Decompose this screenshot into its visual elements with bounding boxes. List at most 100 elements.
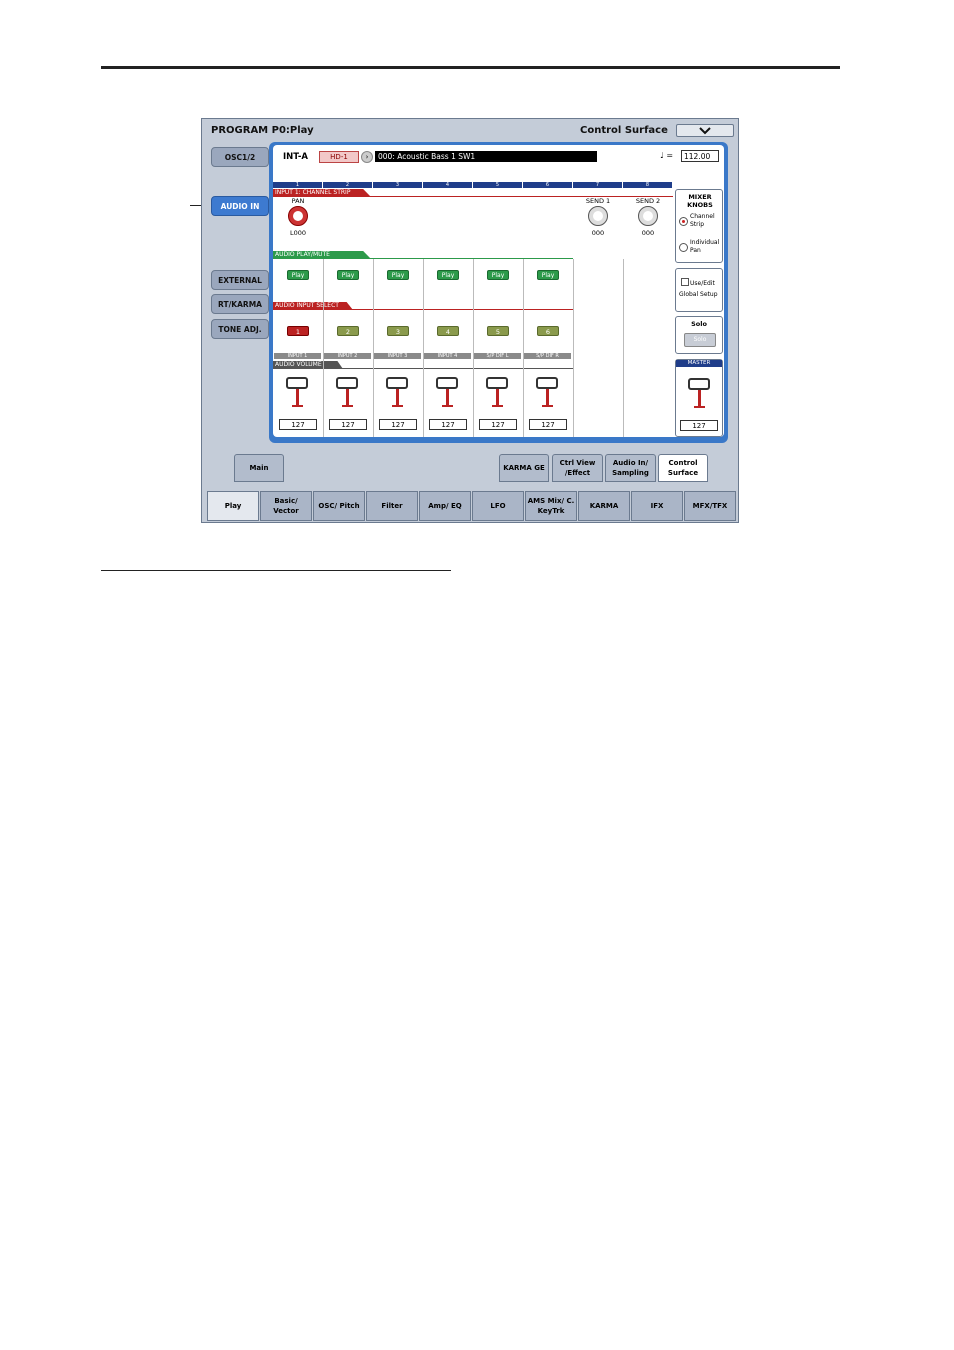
main-tab-mfx-tfx[interactable]: MFX/TFX — [684, 491, 736, 521]
solo-panel: Solo Solo — [675, 316, 723, 354]
pan-knob[interactable] — [288, 206, 308, 226]
volume-value-1[interactable]: 127 — [279, 419, 317, 430]
program-select-row: INT-A HD-1 › 000: Acoustic Bass 1 SW1 ♩ … — [273, 145, 724, 179]
input-select-button-2[interactable]: 2 — [337, 326, 359, 336]
send1-value: 000 — [591, 229, 605, 237]
hd-badge: HD-1 — [319, 151, 359, 163]
volume-fader-2[interactable] — [336, 377, 360, 413]
play-button-4[interactable]: Play — [437, 270, 459, 280]
main-tab-play[interactable]: Play — [207, 491, 259, 521]
program-play-screen: PROGRAM P0:Play Control Surface OSC1/2 A… — [201, 118, 739, 523]
side-tab-osc12[interactable]: OSC1/2 — [211, 147, 269, 167]
individual-pan-option-label: Individual Pan — [690, 239, 720, 254]
play-button-5[interactable]: Play — [487, 270, 509, 280]
volume-fader-3[interactable] — [386, 377, 410, 413]
volume-value-5[interactable]: 127 — [479, 419, 517, 430]
side-tab-external[interactable]: EXTERNAL — [211, 270, 269, 290]
channel-strip-line — [273, 196, 673, 197]
main-panel: INT-A HD-1 › 000: Acoustic Bass 1 SW1 ♩ … — [269, 142, 728, 443]
column-divider — [323, 259, 324, 437]
page-menu-button[interactable] — [676, 124, 734, 137]
channel-strip-option-label: Channel Strip — [690, 213, 715, 228]
input-select-button-6[interactable]: 6 — [537, 326, 559, 336]
master-label: MASTER — [676, 360, 722, 367]
sub-tab-audio-in-sampling[interactable]: Audio In/ Sampling — [605, 454, 656, 482]
main-tab-lfo[interactable]: LFO — [472, 491, 524, 521]
solo-title: Solo — [691, 320, 707, 328]
page-name: Control Surface — [580, 125, 668, 136]
volume-fader-6[interactable] — [536, 377, 560, 413]
volume-value-2[interactable]: 127 — [329, 419, 367, 430]
play-button-2[interactable]: Play — [337, 270, 359, 280]
input-label-4: INPUT 4 — [424, 353, 471, 359]
sub-tab-ctrl-view-effect[interactable]: Ctrl View /Effect — [552, 454, 603, 482]
individual-pan-radio[interactable] — [679, 243, 688, 252]
master-panel: MASTER 127 — [675, 359, 723, 437]
input-select-button-1[interactable]: 1 — [287, 326, 309, 336]
volume-fader-5[interactable] — [486, 377, 510, 413]
side-tab-tone-adj[interactable]: TONE ADJ. — [211, 319, 269, 339]
channel-header-3: 3 — [373, 182, 422, 188]
column-divider — [423, 259, 424, 437]
send2-value: 000 — [641, 229, 655, 237]
input-select-button-4[interactable]: 4 — [437, 326, 459, 336]
side-tab-audio-in[interactable]: AUDIO IN — [211, 196, 269, 216]
chevron-right-icon[interactable]: › — [361, 151, 373, 163]
bank-label[interactable]: INT-A — [283, 152, 308, 162]
screen-title: PROGRAM P0:Play — [211, 125, 314, 136]
play-button-6[interactable]: Play — [537, 270, 559, 280]
section-underline — [101, 570, 451, 571]
main-tab-ifx[interactable]: IFX — [631, 491, 683, 521]
program-name-field[interactable]: 000: Acoustic Bass 1 SW1 — [375, 151, 597, 162]
channel-header-2: 2 — [323, 182, 372, 188]
page-top-rule — [101, 66, 840, 69]
main-tab-ams-mix[interactable]: AMS Mix/ C. KeyTrk — [525, 491, 577, 521]
solo-button[interactable]: Solo — [684, 333, 716, 347]
input-label-5: S/P DIF L — [474, 353, 521, 359]
input-select-button-3[interactable]: 3 — [387, 326, 409, 336]
column-divider — [373, 259, 374, 437]
main-inner: INT-A HD-1 › 000: Acoustic Bass 1 SW1 ♩ … — [273, 145, 724, 437]
main-tab-filter[interactable]: Filter — [366, 491, 418, 521]
play-button-1[interactable]: Play — [287, 270, 309, 280]
input-label-2: INPUT 2 — [324, 353, 371, 359]
send2-knob[interactable] — [638, 206, 658, 226]
volume-value-3[interactable]: 127 — [379, 419, 417, 430]
sub-tab-control-surface[interactable]: Control Surface — [658, 454, 708, 482]
input-select-button-5[interactable]: 5 — [487, 326, 509, 336]
global-setup-panel: Use/Edit Global Setup — [675, 268, 723, 312]
column-divider — [523, 259, 524, 437]
side-tab-rt-karma[interactable]: RT/KARMA — [211, 294, 269, 314]
send1-knob[interactable] — [588, 206, 608, 226]
input-label-6: S/P DIF R — [524, 353, 571, 359]
main-tab-osc-pitch[interactable]: OSC/ Pitch — [313, 491, 365, 521]
channel-header-8: 8 — [623, 182, 672, 188]
tempo-field[interactable]: 112.00 — [681, 150, 719, 162]
main-tab-karma[interactable]: KARMA — [578, 491, 630, 521]
volume-value-4[interactable]: 127 — [429, 419, 467, 430]
volume-value-6[interactable]: 127 — [529, 419, 567, 430]
mixer-knobs-title: MIXER KNOBS — [687, 193, 713, 209]
column-divider — [473, 259, 474, 437]
channel-header-4: 4 — [423, 182, 472, 188]
master-value[interactable]: 127 — [680, 420, 718, 431]
mixer-knobs-panel: MIXER KNOBS Channel Strip Individual Pan — [675, 189, 723, 263]
chevron-down-icon — [699, 127, 711, 135]
main-tab-amp-eq[interactable]: Amp/ EQ — [419, 491, 471, 521]
sub-tab-main[interactable]: Main — [234, 454, 284, 482]
pan-label: PAN — [291, 197, 305, 205]
channel-header-6: 6 — [523, 182, 572, 188]
pan-value: L000 — [289, 229, 307, 237]
channel-strip-radio[interactable] — [679, 217, 688, 226]
master-fader[interactable] — [688, 378, 712, 414]
play-button-3[interactable]: Play — [387, 270, 409, 280]
channel-header-5: 5 — [473, 182, 522, 188]
sub-tab-karma-ge[interactable]: KARMA GE — [499, 454, 549, 482]
volume-fader-4[interactable] — [436, 377, 460, 413]
channel-header-1: 1 — [273, 182, 322, 188]
channel-header-7: 7 — [573, 182, 622, 188]
volume-fader-1[interactable] — [286, 377, 310, 413]
tempo-label: ♩ = — [660, 151, 674, 160]
main-tab-basic-vector[interactable]: Basic/ Vector — [260, 491, 312, 521]
send2-label: SEND 2 — [635, 197, 661, 205]
